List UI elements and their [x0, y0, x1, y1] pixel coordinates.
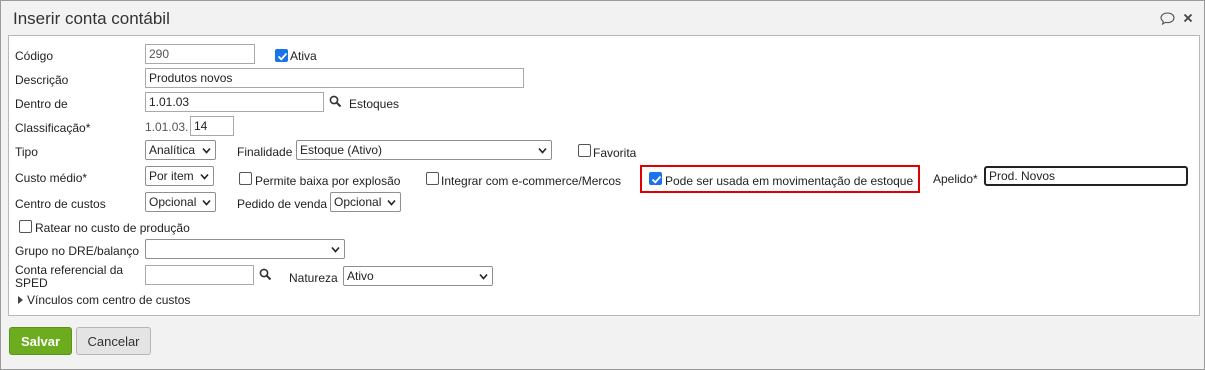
dentro-de-input[interactable] — [145, 92, 324, 112]
grupo-dre-label: Grupo no DRE/balanço — [15, 244, 140, 258]
dentro-de-lookup-text: Estoques — [349, 97, 400, 111]
comment-icon[interactable] — [1159, 10, 1175, 26]
chevron-down-icon — [200, 173, 209, 180]
favorita-checkbox[interactable] — [578, 144, 591, 157]
tipo-select-value: Analítica — [149, 143, 196, 157]
finalidade-label: Finalidade — [237, 145, 293, 159]
centro-custos-label: Centro de custos — [15, 197, 106, 211]
custo-medio-label: Custo médio* — [15, 171, 88, 185]
conta-sped-input[interactable] — [145, 265, 254, 285]
ativa-checkbox[interactable] — [275, 49, 288, 62]
favorita-label: Favorita — [593, 146, 637, 160]
save-button[interactable]: Salvar — [9, 327, 72, 355]
pedido-venda-select[interactable]: Opcional — [330, 192, 401, 212]
chevron-down-icon — [202, 147, 211, 154]
centro-custos-select-value: Opcional — [149, 195, 197, 209]
permite-baixa-checkbox[interactable] — [239, 172, 252, 185]
dialog-titlebar: Inserir conta contábil — [1, 1, 1204, 35]
search-icon[interactable] — [259, 268, 273, 282]
permite-baixa-label: Permite baixa por explosão — [255, 174, 401, 188]
ratear-label: Ratear no custo de produção — [35, 221, 190, 235]
dentro-de-label: Dentro de — [15, 97, 68, 111]
apelido-label: Apelido* — [933, 172, 978, 186]
expand-triangle-icon[interactable] — [18, 296, 23, 304]
chevron-down-icon — [202, 199, 211, 206]
cancel-button[interactable]: Cancelar — [76, 327, 151, 355]
integrar-ecommerce-label: Integrar com e-commerce/Mercos — [441, 174, 622, 188]
apelido-input[interactable] — [984, 166, 1188, 186]
vinculos-link[interactable]: Vínculos com centro de custos — [27, 293, 190, 307]
codigo-label: Código — [15, 49, 54, 63]
conta-sped-label-line2: SPED — [15, 276, 48, 290]
tipo-select[interactable]: Analítica — [145, 140, 216, 160]
descricao-label: Descrição — [15, 73, 69, 87]
custo-medio-select-value: Por item — [149, 169, 194, 183]
custo-medio-select[interactable]: Por item — [145, 166, 214, 186]
centro-custos-select[interactable]: Opcional — [145, 192, 216, 212]
chevron-down-icon — [479, 273, 488, 280]
classificacao-prefix: 1.01.03. — [145, 120, 189, 134]
search-icon[interactable] — [329, 95, 343, 109]
codigo-input[interactable] — [145, 44, 255, 64]
finalidade-select[interactable]: Estoque (Ativo) — [296, 140, 552, 160]
close-icon[interactable] — [1180, 10, 1196, 26]
integrar-ecommerce-checkbox[interactable] — [426, 172, 439, 185]
descricao-input[interactable] — [145, 68, 524, 88]
classificacao-input[interactable] — [190, 116, 234, 136]
ativa-label: Ativa — [290, 49, 317, 63]
finalidade-select-value: Estoque (Ativo) — [300, 143, 383, 157]
pedido-venda-select-value: Opcional — [334, 195, 382, 209]
grupo-dre-select[interactable] — [145, 239, 345, 259]
pode-ser-usada-checkbox[interactable] — [649, 172, 662, 185]
ratear-checkbox[interactable] — [19, 220, 32, 233]
natureza-label: Natureza — [289, 271, 338, 285]
pode-ser-usada-label: Pode ser usada em movimentação de estoqu… — [665, 174, 914, 188]
pedido-venda-label: Pedido de venda — [237, 197, 328, 211]
chevron-down-icon — [331, 246, 340, 253]
natureza-select[interactable]: Ativo — [343, 266, 493, 286]
chevron-down-icon — [538, 147, 547, 154]
natureza-select-value: Ativo — [347, 269, 374, 283]
conta-sped-label-line1: Conta referencial da — [15, 263, 124, 277]
insert-account-dialog: Inserir conta contábil Código Ativa Desc… — [0, 0, 1205, 370]
dialog-title: Inserir conta contábil — [13, 9, 170, 28]
chevron-down-icon — [387, 199, 396, 206]
classificacao-label: Classificação* — [15, 121, 91, 135]
tipo-label: Tipo — [15, 145, 38, 159]
